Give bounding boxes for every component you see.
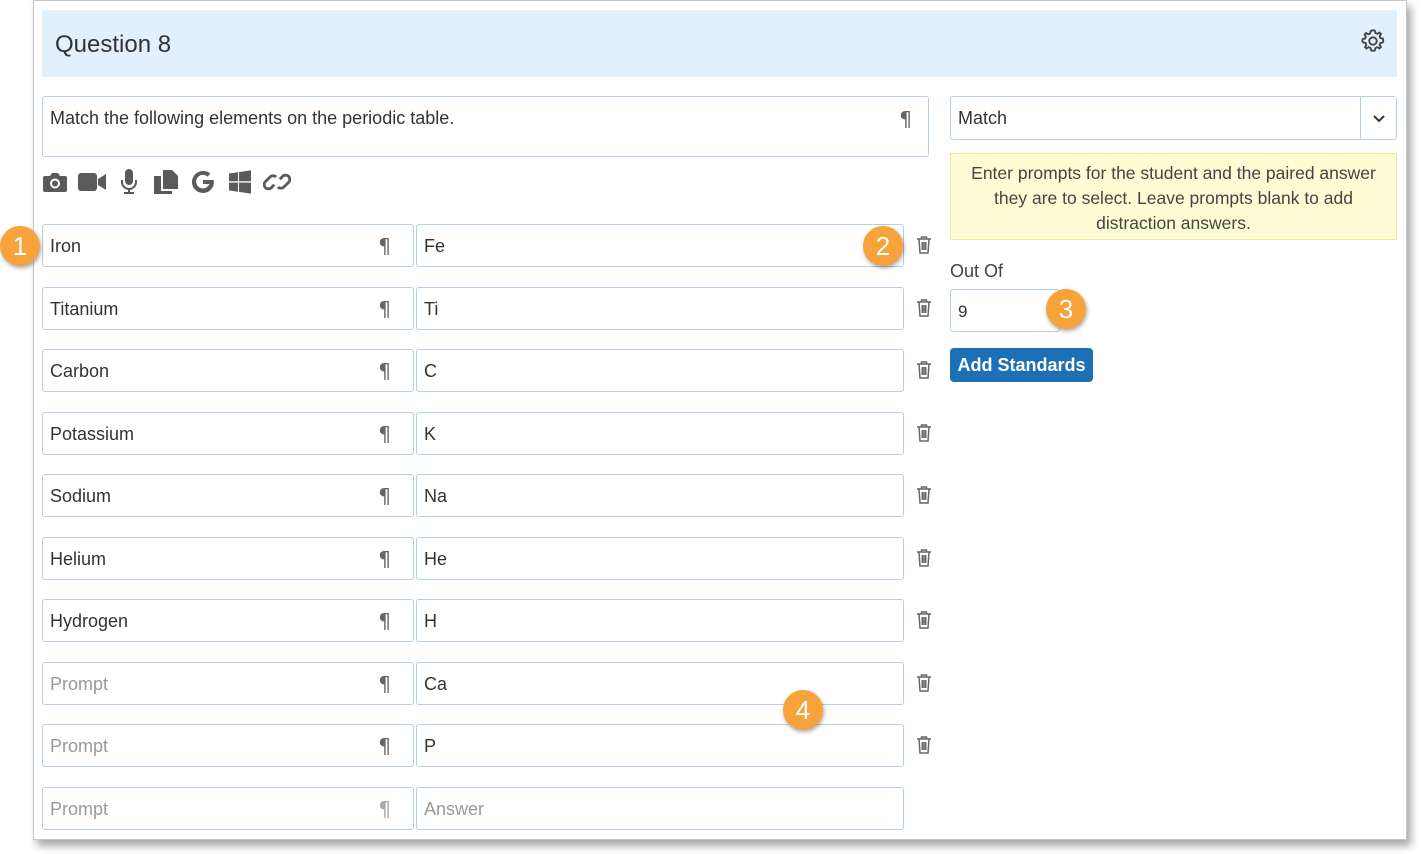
add-standards-button[interactable]: Add Standards bbox=[950, 348, 1093, 382]
prompt-input[interactable]: Prompt ¶ bbox=[42, 724, 414, 767]
callout-badge-1: 1 bbox=[0, 226, 40, 266]
paragraph-format-icon[interactable]: ¶ bbox=[899, 107, 912, 131]
media-toolbar bbox=[41, 169, 291, 195]
paragraph-format-icon[interactable]: ¶ bbox=[378, 297, 391, 321]
question-type-value: Match bbox=[958, 108, 1008, 128]
microphone-icon[interactable] bbox=[115, 169, 143, 195]
prompt-input[interactable]: Carbon ¶ bbox=[42, 349, 414, 392]
trash-icon[interactable] bbox=[916, 610, 932, 629]
question-text-input[interactable]: Match the following elements on the peri… bbox=[42, 96, 929, 157]
copy-icon[interactable] bbox=[152, 169, 180, 195]
prompt-input[interactable]: Sodium ¶ bbox=[42, 474, 414, 517]
link-icon[interactable] bbox=[263, 169, 291, 195]
prompt-input[interactable]: Potassium ¶ bbox=[42, 412, 414, 455]
trash-icon[interactable] bbox=[916, 298, 932, 317]
paragraph-format-icon[interactable]: ¶ bbox=[378, 672, 391, 696]
instructions-hint: Enter prompts for the student and the pa… bbox=[950, 153, 1397, 240]
answer-input[interactable]: Answer bbox=[416, 787, 904, 830]
prompt-input[interactable]: Prompt ¶ bbox=[42, 662, 414, 705]
answer-input[interactable]: Ca bbox=[416, 662, 904, 705]
trash-icon[interactable] bbox=[916, 235, 932, 254]
paragraph-format-icon[interactable]: ¶ bbox=[378, 422, 391, 446]
windows-icon[interactable] bbox=[226, 169, 254, 195]
callout-badge-4: 4 bbox=[783, 690, 823, 730]
select-divider bbox=[1360, 97, 1361, 139]
paragraph-format-icon[interactable]: ¶ bbox=[378, 734, 391, 758]
callout-badge-2: 2 bbox=[863, 226, 903, 266]
trash-icon[interactable] bbox=[916, 360, 932, 379]
out-of-label: Out Of bbox=[950, 261, 1004, 281]
prompt-input[interactable]: Helium ¶ bbox=[42, 537, 414, 580]
video-icon[interactable] bbox=[78, 169, 106, 195]
trash-icon[interactable] bbox=[916, 548, 932, 567]
prompt-input[interactable]: Hydrogen ¶ bbox=[42, 599, 414, 642]
answer-input[interactable]: K bbox=[416, 412, 904, 455]
answer-input[interactable]: C bbox=[416, 349, 904, 392]
question-type-select[interactable]: Match bbox=[950, 96, 1397, 140]
answer-input[interactable]: Fe bbox=[416, 224, 904, 267]
paragraph-format-icon[interactable]: ¶ bbox=[378, 484, 391, 508]
answer-input[interactable]: H bbox=[416, 599, 904, 642]
answer-input[interactable]: He bbox=[416, 537, 904, 580]
trash-icon[interactable] bbox=[916, 673, 932, 692]
google-icon[interactable] bbox=[189, 169, 217, 195]
paragraph-format-icon[interactable]: ¶ bbox=[378, 609, 391, 633]
match-pair-row: Sodium ¶ Na bbox=[42, 474, 942, 517]
match-pair-row-new: Prompt ¶ Answer bbox=[42, 787, 942, 830]
match-pair-row: Helium ¶ He bbox=[42, 537, 942, 580]
prompt-input[interactable]: Prompt ¶ bbox=[42, 787, 414, 830]
answer-input[interactable]: Na bbox=[416, 474, 904, 517]
out-of-input[interactable]: 9 bbox=[950, 289, 1060, 332]
gear-icon[interactable] bbox=[1359, 27, 1387, 55]
question-header: Question 8 bbox=[42, 10, 1397, 77]
paragraph-format-icon[interactable]: ¶ bbox=[378, 547, 391, 571]
prompt-input[interactable]: Titanium ¶ bbox=[42, 287, 414, 330]
answer-input[interactable]: Ti bbox=[416, 287, 904, 330]
trash-icon[interactable] bbox=[916, 735, 932, 754]
paragraph-format-icon[interactable]: ¶ bbox=[378, 234, 391, 258]
match-pair-row: Potassium ¶ K bbox=[42, 412, 942, 455]
chevron-down-icon[interactable] bbox=[1370, 109, 1388, 127]
match-pair-row: Iron ¶ Fe bbox=[42, 224, 942, 267]
answer-input[interactable]: P bbox=[416, 724, 904, 767]
trash-icon[interactable] bbox=[916, 485, 932, 504]
paragraph-format-icon[interactable]: ¶ bbox=[378, 359, 391, 383]
match-pair-row: Carbon ¶ C bbox=[42, 349, 942, 392]
trash-icon[interactable] bbox=[916, 423, 932, 442]
match-pair-row: Prompt ¶ P bbox=[42, 724, 942, 767]
match-pair-row: Titanium ¶ Ti bbox=[42, 287, 942, 330]
callout-badge-3: 3 bbox=[1046, 289, 1086, 329]
paragraph-format-icon[interactable]: ¶ bbox=[378, 797, 391, 821]
question-title: Question 8 bbox=[55, 31, 172, 58]
camera-icon[interactable] bbox=[41, 169, 69, 195]
match-pair-row: Hydrogen ¶ H bbox=[42, 599, 942, 642]
question-text: Match the following elements on the peri… bbox=[50, 108, 455, 128]
prompt-input[interactable]: Iron ¶ bbox=[42, 224, 414, 267]
